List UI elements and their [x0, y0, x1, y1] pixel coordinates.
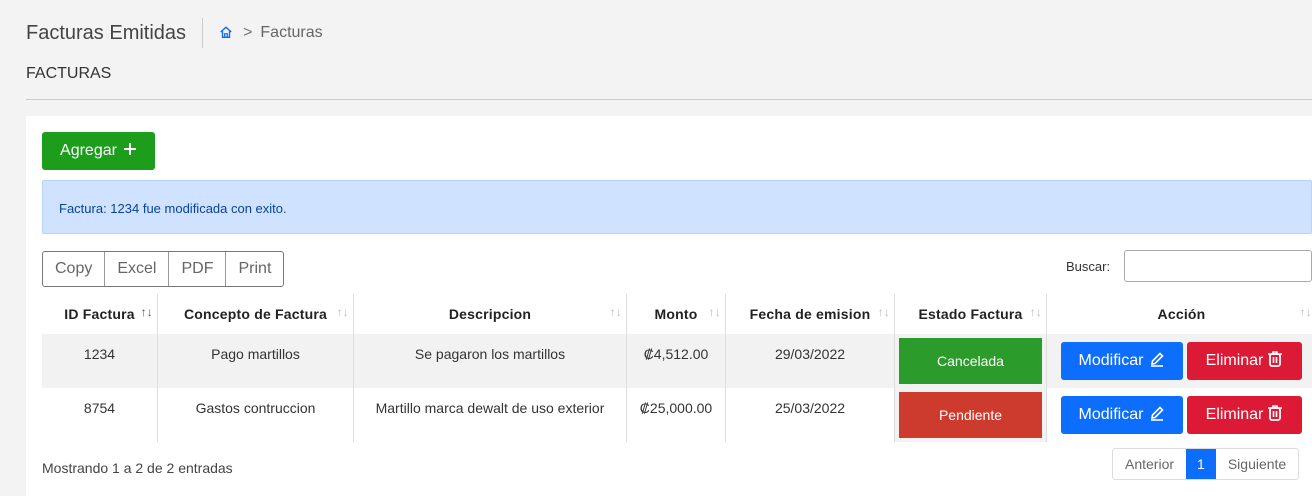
cell-fecha: 29/03/2022 [726, 334, 895, 388]
breadcrumb: > Facturas [219, 24, 323, 42]
search-input[interactable] [1124, 250, 1312, 282]
sort-icon: ↑↓ [1300, 305, 1312, 319]
cell-fecha: 25/03/2022 [726, 388, 895, 442]
pagination: Anterior 1 Siguiente [1112, 448, 1299, 480]
table-row: 8754 Gastos contruccion Martillo marca d… [42, 388, 1312, 442]
alert-message: Factura: 1234 fue modificada con exito. [59, 201, 287, 216]
add-button-label: Agregar [60, 142, 117, 160]
delete-button-label: Eliminar [1206, 406, 1264, 424]
section-title: FACTURAS [26, 65, 111, 83]
status-badge: Pendiente [899, 392, 1042, 438]
col-header-concepto[interactable]: Concepto de Factura↑↓ [158, 294, 354, 334]
prev-page-button[interactable]: Anterior [1113, 449, 1186, 479]
sort-icon: ↑↓ [709, 305, 721, 319]
table-info: Mostrando 1 a 2 de 2 entradas [42, 460, 233, 476]
page-header: Facturas Emitidas > Facturas [26, 18, 323, 48]
modify-button-label: Modificar [1079, 406, 1144, 424]
cell-actions: Modificar Eliminar [1047, 334, 1312, 388]
success-alert: Factura: 1234 fue modificada con exito. [42, 180, 1312, 234]
trash-icon [1267, 404, 1283, 427]
cell-monto: ₡4,512.00 [627, 334, 726, 388]
cell-concepto: Pago martillos [158, 334, 354, 388]
modify-button[interactable]: Modificar [1061, 396, 1183, 434]
col-header-accion[interactable]: Acción↑↓ [1047, 294, 1312, 334]
search-label: Buscar: [1066, 259, 1110, 274]
chevron-right-icon: > [243, 24, 252, 42]
status-badge: Cancelada [899, 338, 1042, 384]
header-divider [202, 18, 203, 48]
plus-icon [123, 142, 137, 161]
col-header-estado[interactable]: Estado Factura↑↓ [895, 294, 1047, 334]
cell-concepto: Gastos contruccion [158, 388, 354, 442]
print-button[interactable]: Print [226, 252, 283, 286]
cell-monto: ₡25,000.00 [627, 388, 726, 442]
cell-descripcion: Martillo marca dewalt de uso exterior [354, 388, 627, 442]
delete-button-label: Eliminar [1206, 352, 1264, 370]
cell-id: 1234 [42, 334, 158, 388]
cell-actions: Modificar Eliminar [1047, 388, 1312, 442]
pdf-button[interactable]: PDF [169, 252, 226, 286]
sort-asc-icon: ↑↓ [141, 305, 153, 319]
sort-icon: ↑↓ [610, 305, 622, 319]
col-header-id[interactable]: ID Factura↑↓ [42, 294, 158, 334]
delete-button[interactable]: Eliminar [1187, 342, 1302, 380]
invoices-card: Agregar Factura: 1234 fue modificada con… [26, 116, 1312, 496]
pencil-icon [1149, 405, 1165, 426]
modify-button[interactable]: Modificar [1061, 342, 1183, 380]
add-button[interactable]: Agregar [42, 132, 155, 170]
page-1-button[interactable]: 1 [1186, 449, 1216, 479]
modify-button-label: Modificar [1079, 352, 1144, 370]
cell-estado: Pendiente [895, 388, 1047, 442]
col-header-monto[interactable]: Monto↑↓ [627, 294, 726, 334]
invoices-table: ID Factura↑↓ Concepto de Factura↑↓ Descr… [42, 294, 1312, 442]
sort-icon: ↑↓ [1030, 305, 1042, 319]
divider [26, 99, 1312, 100]
trash-icon [1267, 350, 1283, 373]
pencil-icon [1149, 351, 1165, 372]
cell-descripcion: Se pagaron los martillos [354, 334, 627, 388]
sort-icon: ↑↓ [878, 305, 890, 319]
home-icon[interactable] [219, 25, 233, 42]
export-button-group: Copy Excel PDF Print [42, 251, 284, 287]
page-title: Facturas Emitidas [26, 22, 186, 45]
next-page-button[interactable]: Siguiente [1216, 449, 1298, 479]
delete-button[interactable]: Eliminar [1187, 396, 1302, 434]
breadcrumb-current: Facturas [260, 24, 322, 42]
table-row: 1234 Pago martillos Se pagaron los marti… [42, 334, 1312, 388]
sort-icon: ↑↓ [337, 305, 349, 319]
cell-id: 8754 [42, 388, 158, 442]
col-header-fecha[interactable]: Fecha de emision↑↓ [726, 294, 895, 334]
copy-button[interactable]: Copy [43, 252, 105, 286]
excel-button[interactable]: Excel [105, 252, 169, 286]
table-header-row: ID Factura↑↓ Concepto de Factura↑↓ Descr… [42, 294, 1312, 334]
cell-estado: Cancelada [895, 334, 1047, 388]
col-header-descripcion[interactable]: Descripcion↑↓ [354, 294, 627, 334]
